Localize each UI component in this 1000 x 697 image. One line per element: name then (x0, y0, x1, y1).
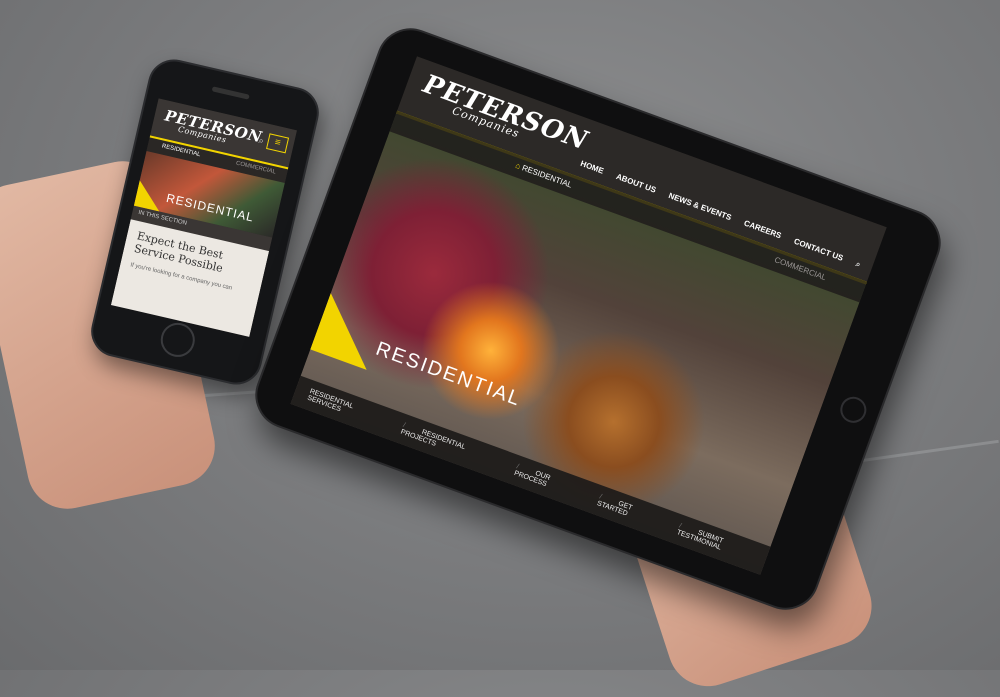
nav-home[interactable]: HOME (579, 159, 605, 177)
search-icon[interactable]: ⌕ (854, 259, 862, 270)
search-icon[interactable]: ⌕ (257, 135, 265, 147)
phone-screen: PETERSON Companies ⌕ ≡ RESIDENTIAL COMME… (110, 98, 297, 337)
menu-icon[interactable]: ≡ (266, 133, 290, 154)
home-button[interactable] (157, 319, 199, 361)
tablet-screen: PETERSON Companies HOME ABOUT US NEWS & … (290, 56, 887, 575)
accent-triangle (133, 180, 166, 212)
home-button[interactable] (836, 393, 871, 427)
phone-speaker (211, 86, 250, 100)
